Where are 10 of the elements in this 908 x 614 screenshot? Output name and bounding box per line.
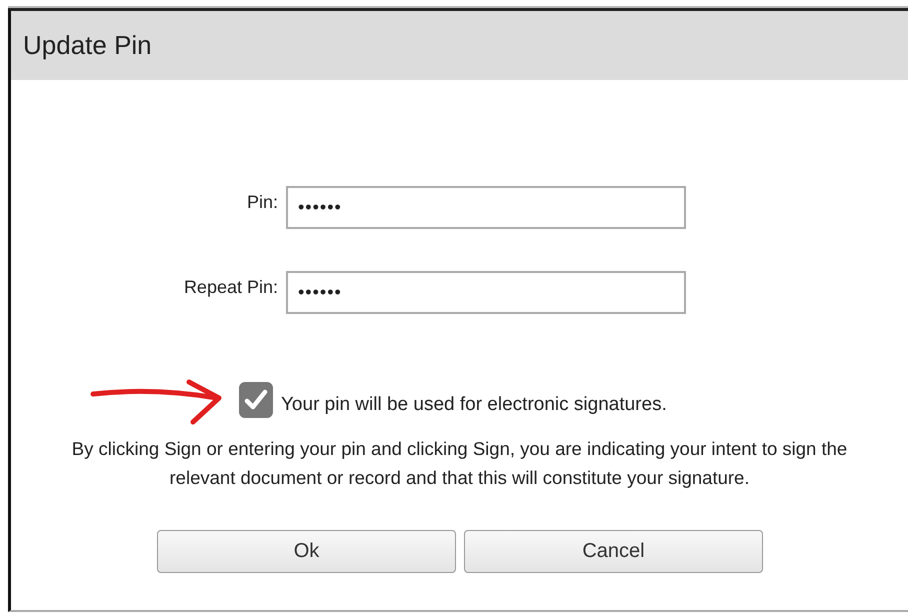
pin-field[interactable]: •••••• — [286, 271, 686, 314]
ok-button[interactable]: Ok — [157, 530, 456, 573]
field-label: Repeat Pin: — [184, 276, 278, 299]
pin-field[interactable]: •••••• — [286, 186, 686, 229]
window-title: Update Pin — [23, 30, 152, 61]
field-label: Pin: — [246, 191, 278, 214]
checkbox[interactable] — [239, 382, 273, 418]
notice-text: By clicking Sign or entering your pin and clicking Sign, you are indicating your intent to sign the relevant document or record and that this will constitute your signature. — [70, 437, 848, 490]
checkbox-label: Your pin will be used for electronic signatures. — [281, 394, 667, 416]
cancel-button[interactable]: Cancel — [464, 530, 763, 573]
